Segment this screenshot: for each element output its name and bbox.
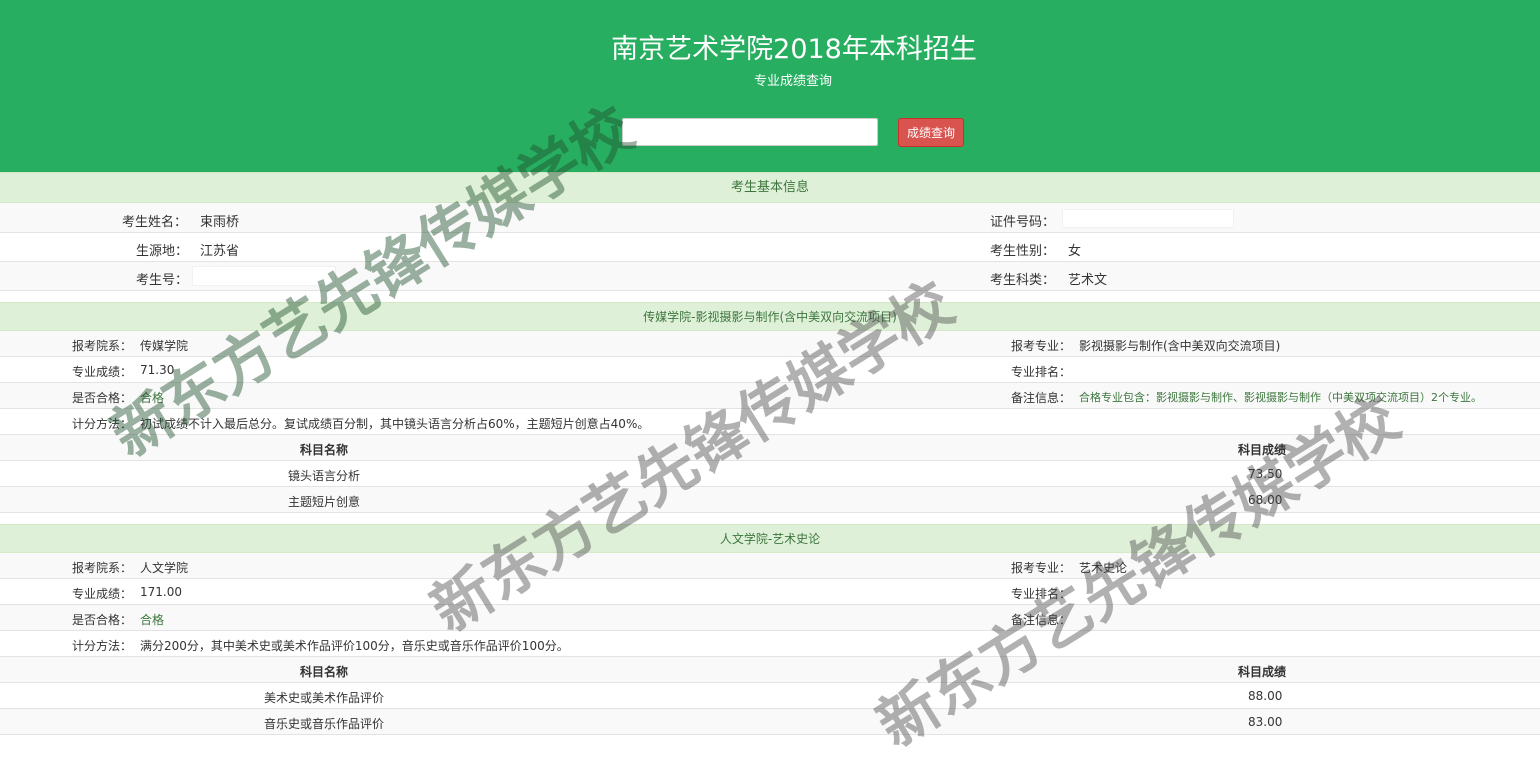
- section-header-basic-info: 考生基本信息: [0, 172, 1540, 203]
- score-value: 71.30: [140, 363, 175, 377]
- search-input[interactable]: [622, 118, 878, 146]
- redaction-mask: [192, 266, 336, 286]
- subject-score: 88.00: [1248, 689, 1283, 703]
- dept-value: 传媒学院: [140, 339, 189, 353]
- subject-score: 73.50: [1248, 467, 1283, 481]
- major-info-row: 是否合格： 合格 备注信息： 合格专业包含：影视摄影与制作、影视摄影与制作（中美…: [0, 383, 1540, 409]
- method-row: 计分方法： 满分200分，其中美术史或美术作品评价100分，音乐史或音乐作品评价…: [0, 631, 1540, 657]
- page-title: 南京艺术学院2018年本科招生: [611, 34, 977, 65]
- header-banner: 南京艺术学院2018年本科招生 专业成绩查询 成绩查询: [0, 0, 1540, 172]
- section-header-major: 人文学院-艺术史论: [0, 524, 1540, 553]
- subject-table-header: 科目名称 科目成绩: [0, 657, 1540, 683]
- info-row: 考生号： 考生科类： 艺术文: [0, 262, 1540, 291]
- rank-label: 专业排名：: [1011, 587, 1072, 601]
- subject-score: 83.00: [1248, 715, 1283, 729]
- subject-score-header: 科目成绩: [1238, 443, 1287, 457]
- section-header-major: 传媒学院-影视摄影与制作(含中美双向交流项目): [0, 302, 1540, 331]
- table-row: 美术史或美术作品评价 88.00: [0, 683, 1540, 709]
- category-value: 艺术文: [1068, 273, 1108, 288]
- major-label: 报考专业：: [1011, 561, 1072, 575]
- major-info-row: 是否合格： 合格 备注信息：: [0, 605, 1540, 631]
- table-row: 主题短片创意 68.00: [0, 487, 1540, 513]
- major-info-row: 报考院系： 人文学院 报考专业： 艺术史论: [0, 553, 1540, 579]
- rank-label: 专业排名：: [1011, 365, 1072, 379]
- major-info-row: 专业成绩： 71.30 专业排名：: [0, 357, 1540, 383]
- name-label: 考生姓名：: [122, 215, 188, 230]
- method-row: 计分方法： 初试成绩不计入最后总分。复试成绩百分制，其中镜头语言分析占60%，主…: [0, 409, 1540, 435]
- major-info-row: 报考院系： 传媒学院 报考专业： 影视摄影与制作(含中美双向交流项目): [0, 331, 1540, 357]
- method-value: 初试成绩不计入最后总分。复试成绩百分制，其中镜头语言分析占60%，主题短片创意占…: [140, 417, 650, 431]
- method-label: 计分方法：: [72, 639, 133, 653]
- section-title: 考生基本信息: [730, 180, 809, 195]
- gender-label: 考生性别：: [990, 244, 1056, 259]
- note-label: 备注信息：: [1011, 391, 1072, 405]
- page-subtitle: 专业成绩查询: [753, 74, 832, 89]
- pass-label: 是否合格：: [72, 613, 133, 627]
- info-row: 考生姓名： 束雨桥 证件号码：: [0, 203, 1540, 233]
- subject-name: 镜头语言分析: [288, 469, 361, 483]
- score-label: 专业成绩：: [72, 587, 133, 601]
- note-label: 备注信息：: [1011, 613, 1072, 627]
- subject-name: 美术史或美术作品评价: [264, 691, 385, 705]
- table-row: 音乐史或音乐作品评价 83.00: [0, 709, 1540, 735]
- origin-label: 生源地：: [136, 244, 189, 259]
- note-value: 合格专业包含：影视摄影与制作、影视摄影与制作（中美双项交流项目）2个专业。: [1079, 391, 1482, 404]
- major-info-row: 专业成绩： 171.00 专业排名：: [0, 579, 1540, 605]
- info-row: 生源地： 江苏省 考生性别： 女: [0, 233, 1540, 262]
- subject-score-header: 科目成绩: [1238, 665, 1287, 679]
- pass-label: 是否合格：: [72, 391, 133, 405]
- query-scores-button[interactable]: 成绩查询: [898, 118, 964, 147]
- exam-no-label: 考生号：: [136, 273, 189, 288]
- category-label: 考生科类：: [990, 273, 1056, 288]
- dept-label: 报考院系：: [72, 339, 133, 353]
- redaction-mask: [1062, 209, 1234, 228]
- dept-label: 报考院系：: [72, 561, 133, 575]
- table-row: 镜头语言分析 73.50: [0, 461, 1540, 487]
- section-title: 人文学院-艺术史论: [719, 532, 821, 546]
- major-label: 报考专业：: [1011, 339, 1072, 353]
- pass-status: 合格: [140, 613, 165, 627]
- subject-table-header: 科目名称 科目成绩: [0, 435, 1540, 461]
- subject-name-header: 科目名称: [300, 443, 349, 457]
- major-value: 影视摄影与制作(含中美双向交流项目): [1079, 339, 1281, 353]
- subject-name-header: 科目名称: [300, 665, 349, 679]
- method-label: 计分方法：: [72, 417, 133, 431]
- major-value: 艺术史论: [1079, 561, 1128, 575]
- id-label: 证件号码：: [990, 215, 1056, 230]
- subject-score: 68.00: [1248, 493, 1283, 507]
- score-value: 171.00: [140, 585, 182, 599]
- pass-status: 合格: [140, 391, 165, 405]
- subject-name: 音乐史或音乐作品评价: [264, 717, 385, 731]
- dept-value: 人文学院: [140, 561, 189, 575]
- origin-value: 江苏省: [200, 244, 240, 259]
- score-label: 专业成绩：: [72, 365, 133, 379]
- subject-name: 主题短片创意: [288, 495, 361, 509]
- section-title: 传媒学院-影视摄影与制作(含中美双向交流项目): [643, 310, 897, 324]
- name-value: 束雨桥: [200, 215, 240, 230]
- method-value: 满分200分，其中美术史或美术作品评价100分，音乐史或音乐作品评价100分。: [140, 639, 569, 653]
- gender-value: 女: [1068, 244, 1082, 259]
